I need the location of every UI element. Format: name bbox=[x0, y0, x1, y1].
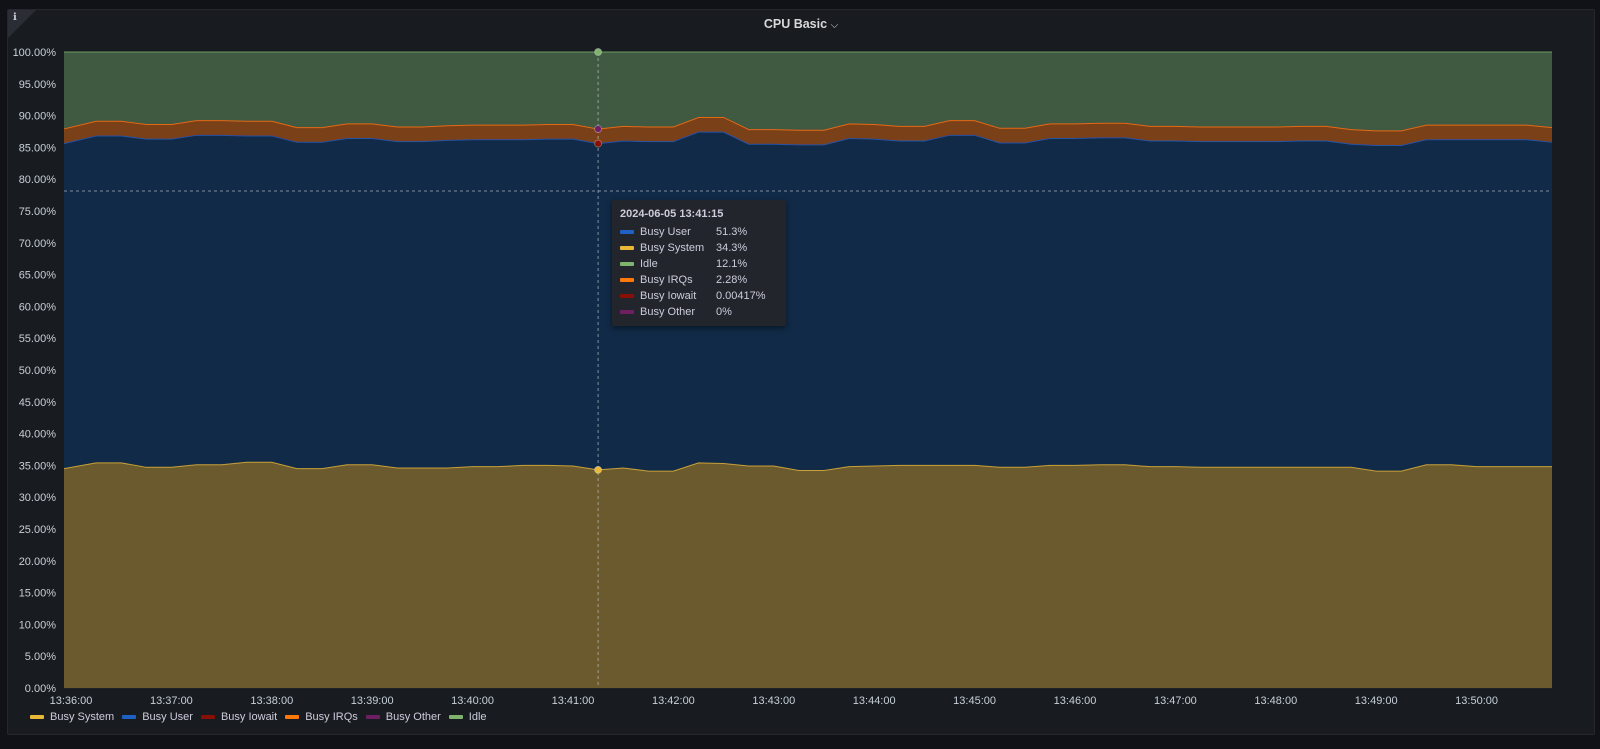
series-swatch bbox=[620, 310, 634, 314]
hover-point bbox=[594, 125, 603, 134]
area-busy-system bbox=[64, 462, 1552, 688]
legend-label: Busy Iowait bbox=[220, 711, 278, 723]
series-swatch bbox=[620, 278, 634, 282]
tooltip-row: Busy User 51.3% bbox=[620, 224, 778, 240]
tooltip-series-name: Busy User bbox=[640, 226, 691, 238]
legend-label: Busy System bbox=[50, 711, 115, 723]
legend-item[interactable]: Busy User bbox=[122, 711, 193, 723]
x-tick-label: 13:45:00 bbox=[953, 695, 996, 707]
tooltip-row: Busy System 34.3% bbox=[620, 240, 778, 256]
tooltip-series-name: Idle bbox=[640, 258, 658, 270]
x-tick-label: 13:43:00 bbox=[752, 695, 795, 707]
y-tick-label: 95.00% bbox=[19, 79, 57, 91]
area-busy-user bbox=[64, 132, 1552, 472]
y-tick-label: 25.00% bbox=[19, 524, 57, 536]
y-tick-label: 50.00% bbox=[19, 365, 57, 377]
tooltip-row: Busy IRQs 2.28% bbox=[620, 272, 778, 288]
y-tick-label: 20.00% bbox=[19, 556, 57, 568]
legend-swatch bbox=[448, 715, 463, 719]
tooltip-series-value: 0.00417% bbox=[716, 290, 766, 302]
x-tick-label: 13:38:00 bbox=[250, 695, 293, 707]
y-tick-label: 90.00% bbox=[19, 111, 57, 123]
x-tick-label: 13:47:00 bbox=[1154, 695, 1197, 707]
y-tick-label: 30.00% bbox=[19, 492, 57, 504]
legend-item[interactable]: Idle bbox=[448, 711, 487, 723]
legend-swatch bbox=[30, 715, 44, 719]
legend-item[interactable]: Busy IRQs bbox=[285, 711, 358, 723]
legend-item[interactable]: Busy Iowait bbox=[200, 711, 278, 723]
legend-swatch bbox=[285, 715, 300, 719]
x-tick-label: 13:39:00 bbox=[351, 695, 394, 707]
tooltip-series-name: Busy Iowait bbox=[640, 290, 697, 302]
x-tick-label: 13:41:00 bbox=[552, 695, 595, 707]
hover-point bbox=[594, 48, 603, 56]
tooltip-row: Busy Other 0% bbox=[620, 304, 778, 320]
hover-point bbox=[594, 139, 603, 148]
legend-label: Busy User bbox=[142, 711, 193, 723]
y-tick-label: 0.00% bbox=[25, 683, 56, 695]
x-tick-label: 13:50:00 bbox=[1455, 695, 1498, 707]
legend: Busy System Busy User Busy Iowait Busy IRQs… bbox=[30, 711, 495, 723]
tooltip-row: Busy Iowait 0.00417% bbox=[620, 288, 778, 304]
y-tick-label: 100.00% bbox=[13, 47, 57, 59]
legend-swatch bbox=[122, 715, 137, 719]
legend-item[interactable]: Busy System bbox=[30, 711, 114, 723]
tooltip-series-value: 34.3% bbox=[716, 242, 748, 254]
y-tick-label: 40.00% bbox=[19, 429, 57, 441]
series-swatch bbox=[620, 246, 634, 250]
series-swatch bbox=[620, 262, 634, 266]
tooltip-series-value: 0% bbox=[716, 306, 732, 318]
tooltip-series-name: Busy IRQs bbox=[640, 274, 693, 286]
x-tick-label: 13:42:00 bbox=[652, 695, 695, 707]
x-tick-label: 13:36:00 bbox=[50, 695, 93, 707]
y-tick-label: 55.00% bbox=[19, 333, 57, 345]
y-tick-label: 65.00% bbox=[19, 270, 57, 282]
legend-swatch bbox=[200, 715, 215, 719]
y-tick-label: 75.00% bbox=[19, 206, 57, 218]
x-tick-label: 13:37:00 bbox=[150, 695, 193, 707]
x-tick-label: 13:40:00 bbox=[451, 695, 494, 707]
tooltip-row: Idle 12.1% bbox=[620, 256, 778, 272]
x-tick-label: 13:48:00 bbox=[1254, 695, 1297, 707]
tooltip: 2024-06-05 13:41:15 Busy User 51.3% Busy S… bbox=[612, 200, 786, 326]
tooltip-series-value: 2.28% bbox=[716, 274, 748, 286]
legend-label: Idle bbox=[468, 711, 487, 723]
y-tick-label: 60.00% bbox=[19, 301, 57, 313]
y-tick-label: 35.00% bbox=[19, 460, 57, 472]
tooltip-time: 2024-06-05 13:41:15 bbox=[620, 208, 724, 220]
x-tick-label: 13:49:00 bbox=[1355, 695, 1398, 707]
area-idle bbox=[64, 52, 1552, 131]
y-tick-label: 85.00% bbox=[19, 142, 57, 154]
legend-swatch bbox=[365, 715, 380, 719]
y-tick-label: 70.00% bbox=[19, 238, 57, 250]
x-tick-label: 13:44:00 bbox=[853, 695, 896, 707]
tooltip-series-name: Busy System bbox=[640, 242, 705, 254]
cpu-chart[interactable]: 0.00% 5.00% 10.00% 15.00% 20.00% 25.00% 30.00%… bbox=[0, 0, 1600, 749]
legend-item[interactable]: Busy Other bbox=[365, 711, 441, 723]
hover-point bbox=[594, 465, 603, 474]
y-tick-label: 15.00% bbox=[19, 588, 57, 600]
series-swatch bbox=[620, 294, 634, 298]
legend-label: Busy Other bbox=[385, 711, 441, 723]
y-tick-label: 45.00% bbox=[19, 397, 57, 409]
series-swatch bbox=[620, 230, 634, 234]
tooltip-series-value: 51.3% bbox=[716, 226, 748, 238]
tooltip-series-value: 12.1% bbox=[716, 258, 748, 270]
tooltip-series-name: Busy Other bbox=[640, 306, 696, 318]
y-tick-label: 5.00% bbox=[25, 651, 56, 663]
x-tick-label: 13:46:00 bbox=[1054, 695, 1097, 707]
y-tick-label: 10.00% bbox=[19, 619, 57, 631]
legend-label: Busy IRQs bbox=[305, 711, 358, 723]
y-tick-label: 80.00% bbox=[19, 174, 57, 186]
